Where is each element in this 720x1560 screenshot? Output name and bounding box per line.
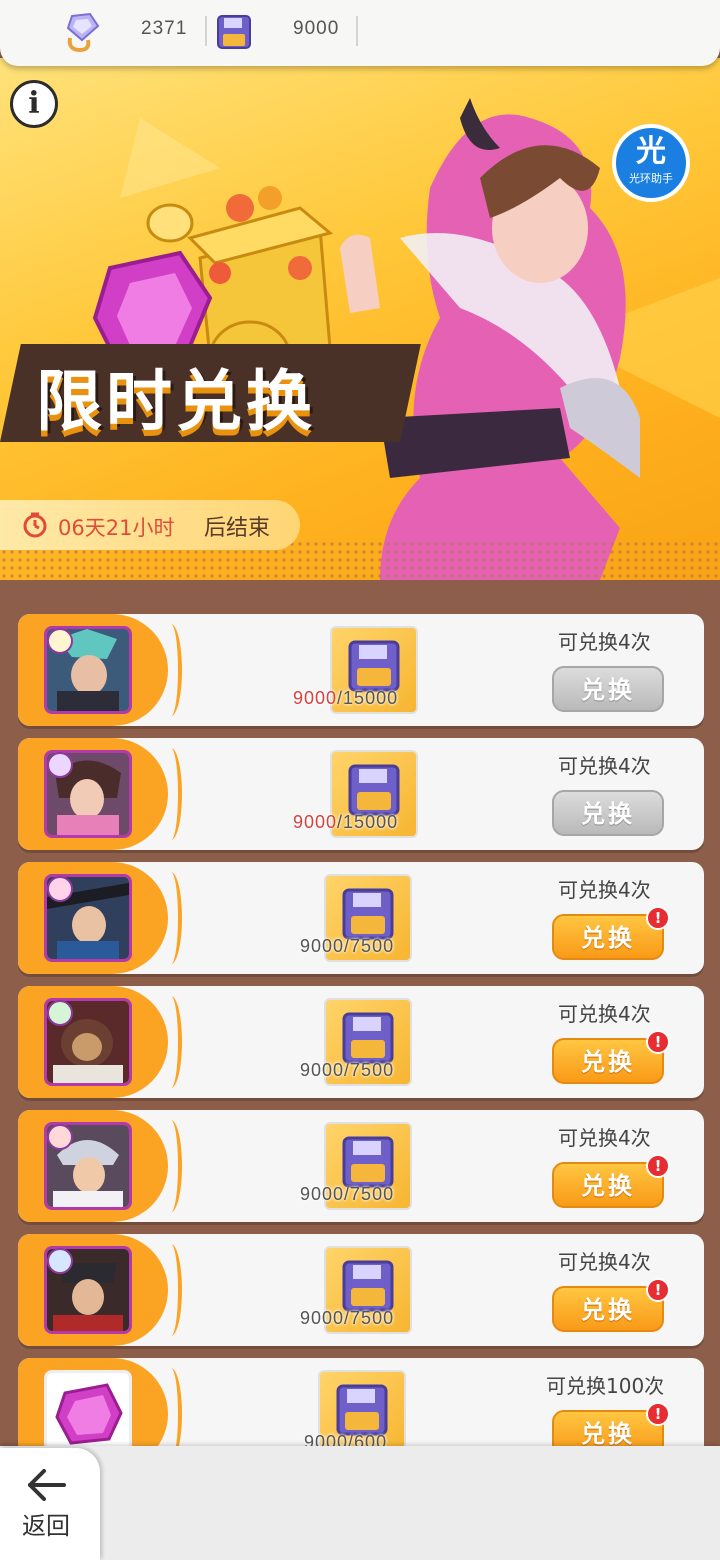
alert-badge: ! <box>646 1154 670 1178</box>
cost-have: 9000 <box>293 812 338 832</box>
alert-badge: ! <box>646 1030 670 1054</box>
assistant-badge[interactable]: 光 光环助手 <box>612 124 690 202</box>
sun-element-icon <box>47 628 73 654</box>
cost-have: 9000 <box>300 1060 345 1080</box>
cost-have: 9000 <box>300 1184 345 1204</box>
exchange-limit: 可兑换100次 <box>546 1374 665 1398</box>
clock-icon <box>23 512 47 538</box>
exchange-row: 9000/15000 可兑换4次 兑换 <box>18 614 704 726</box>
alert-badge: ! <box>646 906 670 930</box>
event-banner: i 光 光环助手 限时兑换 06天21小时 后结束 <box>0 58 720 580</box>
spade-element-icon <box>47 1000 73 1026</box>
exchange-list[interactable]: 9000/15000 可兑换4次 兑换 9000/15000 可兑换4次 兑换 … <box>0 580 720 1446</box>
back-button[interactable]: 返回 <box>0 1448 100 1560</box>
gem-ring-icon <box>66 12 100 53</box>
cost-need: /7500 <box>344 936 395 956</box>
exchange-row: 9000/7500 可兑换4次 兑换 ! <box>18 1110 704 1222</box>
cost-label: 9000/7500 <box>300 936 394 957</box>
page-title: 限时兑换 <box>36 363 316 440</box>
divider <box>205 16 207 46</box>
cost-label: 9000/7500 <box>300 1308 394 1329</box>
back-label: 返回 <box>22 1512 70 1540</box>
floppy-disk-icon <box>217 15 251 49</box>
gem-count: 2371 <box>141 18 188 39</box>
disk-count: 9000 <box>293 18 340 39</box>
countdown-value: 06天21小时 <box>58 516 175 540</box>
exchange-limit: 可兑换4次 <box>558 630 651 654</box>
badge-glyph: 光 <box>636 134 666 169</box>
exchange-limit: 可兑换4次 <box>558 1250 651 1274</box>
cost-have: 9000 <box>304 1432 349 1446</box>
cost-label: 9000/7500 <box>300 1184 394 1205</box>
exchange-limit: 可兑换4次 <box>558 878 651 902</box>
arrow-left-icon <box>28 1469 66 1501</box>
countdown-suffix: 后结束 <box>204 516 271 541</box>
cost-need: /15000 <box>337 812 399 832</box>
heart-element-icon <box>47 876 73 902</box>
pink-emblem-icon <box>55 1383 123 1445</box>
exchange-limit: 可兑换4次 <box>558 1126 651 1150</box>
badge-label: 光环助手 <box>629 172 673 185</box>
exchange-row: 10 9000/600 可兑换100次 兑换 ! <box>18 1358 704 1446</box>
countdown: 06天21小时 后结束 <box>0 500 300 550</box>
cost-need: /7500 <box>344 1184 395 1204</box>
exchange-row: 9000/15000 可兑换4次 兑换 <box>18 738 704 850</box>
cost-need: /15000 <box>337 688 399 708</box>
exchange-row: 9000/7500 可兑换4次 兑换 ! <box>18 862 704 974</box>
item-portrait[interactable] <box>44 1370 132 1446</box>
exchange-limit: 可兑换4次 <box>558 754 651 778</box>
cost-label: 9000/7500 <box>300 1060 394 1081</box>
cost-have: 9000 <box>300 1308 345 1328</box>
cost-have: 9000 <box>300 936 345 956</box>
cost-label: 9000/15000 <box>293 688 398 709</box>
cost-need: /7500 <box>344 1308 395 1328</box>
exchange-button[interactable]: 兑换 <box>552 790 664 836</box>
cost-label: 9000/15000 <box>293 812 398 833</box>
moon-element-icon <box>47 752 73 778</box>
diamond-element-icon <box>47 1248 73 1274</box>
alert-badge: ! <box>646 1278 670 1302</box>
cost-need: /7500 <box>344 1060 395 1080</box>
currency-bar: 2371 9000 <box>0 0 720 66</box>
alert-badge: ! <box>646 1402 670 1426</box>
cost-have: 9000 <box>293 688 338 708</box>
info-button[interactable]: i <box>10 80 58 128</box>
exchange-row: 9000/7500 可兑换4次 兑换 ! <box>18 1234 704 1346</box>
cost-need: /600 <box>348 1432 388 1446</box>
exchange-limit: 可兑换4次 <box>558 1002 651 1026</box>
bottom-bar: 返回 <box>0 1446 720 1560</box>
cost-label: 9000/600 <box>304 1432 387 1446</box>
exchange-button[interactable]: 兑换 <box>552 666 664 712</box>
divider <box>356 16 358 46</box>
club-element-icon <box>47 1124 73 1150</box>
exchange-row: 9000/7500 可兑换4次 兑换 ! <box>18 986 704 1098</box>
